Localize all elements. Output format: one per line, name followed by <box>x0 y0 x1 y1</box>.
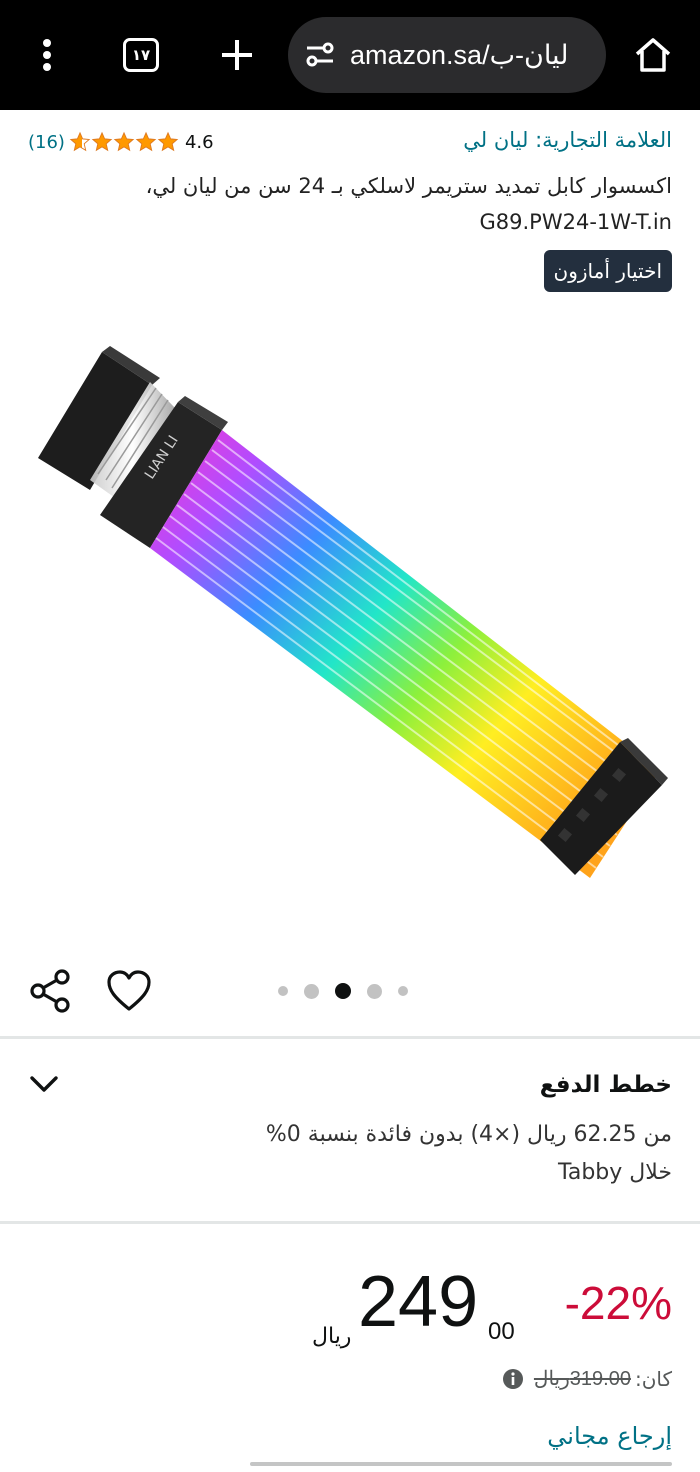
list-price-row: كان: 319.00ريال <box>502 1366 672 1391</box>
share-icon[interactable] <box>28 968 74 1014</box>
star-rating <box>69 131 179 153</box>
carousel-dot[interactable] <box>304 983 319 999</box>
tab-count: ١٧ <box>123 38 159 72</box>
browser-toolbar: ١٧ amazon.sa/ليان-ب <box>0 0 700 110</box>
plus-icon[interactable] <box>212 30 262 80</box>
amazons-choice-badge: اختيار أمازون <box>543 250 672 292</box>
truncated-text-line <box>250 1458 672 1472</box>
product-title: اكسسوار كابل تمديد ستريمر لاسلكي بـ 24 س… <box>22 168 672 240</box>
price-whole: 249 <box>358 1262 479 1342</box>
rating-count[interactable]: (16) <box>28 132 65 153</box>
carousel-dot-active[interactable] <box>335 983 351 999</box>
free-returns-link[interactable]: إرجاع مجاني <box>547 1422 672 1450</box>
price-fraction: 00 <box>488 1318 515 1345</box>
tab-switcher-button[interactable]: ١٧ <box>116 30 166 80</box>
star-icon <box>113 131 135 152</box>
heart-icon[interactable] <box>104 968 154 1014</box>
product-image[interactable]: LIAN LI <box>0 330 700 920</box>
product-title-line1: اكسسوار كابل تمديد ستريمر لاسلكي بـ 24 س… <box>145 174 672 198</box>
chevron-down-icon[interactable] <box>26 1066 62 1102</box>
payment-plans-line1: من 62.25 ريال (×4) بدون فائدة بنسبة 0% <box>265 1122 672 1147</box>
menu-dots-icon[interactable] <box>22 30 72 80</box>
carousel-dot[interactable] <box>367 983 382 999</box>
star-half-icon <box>69 131 91 152</box>
was-price: 319.00ريال <box>533 1368 631 1390</box>
payment-plans-title[interactable]: خطط الدفع <box>540 1072 672 1098</box>
star-icon <box>91 131 113 152</box>
carousel-dot[interactable] <box>278 986 288 996</box>
url-text: amazon.sa/ليان-ب <box>350 40 569 70</box>
brand-link[interactable]: العلامة التجارية: ليان لي <box>463 128 672 152</box>
star-icon <box>135 131 157 152</box>
image-carousel-dots <box>278 983 408 999</box>
product-title-line2: G89.PW24-1W-T.in <box>479 210 672 234</box>
payment-plans-description: من 62.25 ريال (×4) بدون فائدة بنسبة 0% خ… <box>152 1116 672 1192</box>
info-icon[interactable] <box>502 1368 524 1390</box>
discount-percent: -22% <box>564 1277 672 1329</box>
site-settings-icon[interactable] <box>302 37 338 73</box>
rating-summary[interactable]: (16) 4.6 <box>28 128 214 156</box>
star-icon <box>157 131 179 152</box>
address-bar[interactable]: amazon.sa/ليان-ب <box>288 17 606 93</box>
was-label: كان: <box>634 1366 672 1391</box>
carousel-dot[interactable] <box>398 986 408 996</box>
divider <box>0 1221 700 1224</box>
payment-plans-line2: خلال Tabby <box>558 1160 672 1185</box>
rating-value: 4.6 <box>184 131 214 153</box>
price-currency: ريال <box>312 1324 352 1349</box>
divider <box>0 1036 700 1039</box>
home-icon[interactable] <box>626 28 680 82</box>
